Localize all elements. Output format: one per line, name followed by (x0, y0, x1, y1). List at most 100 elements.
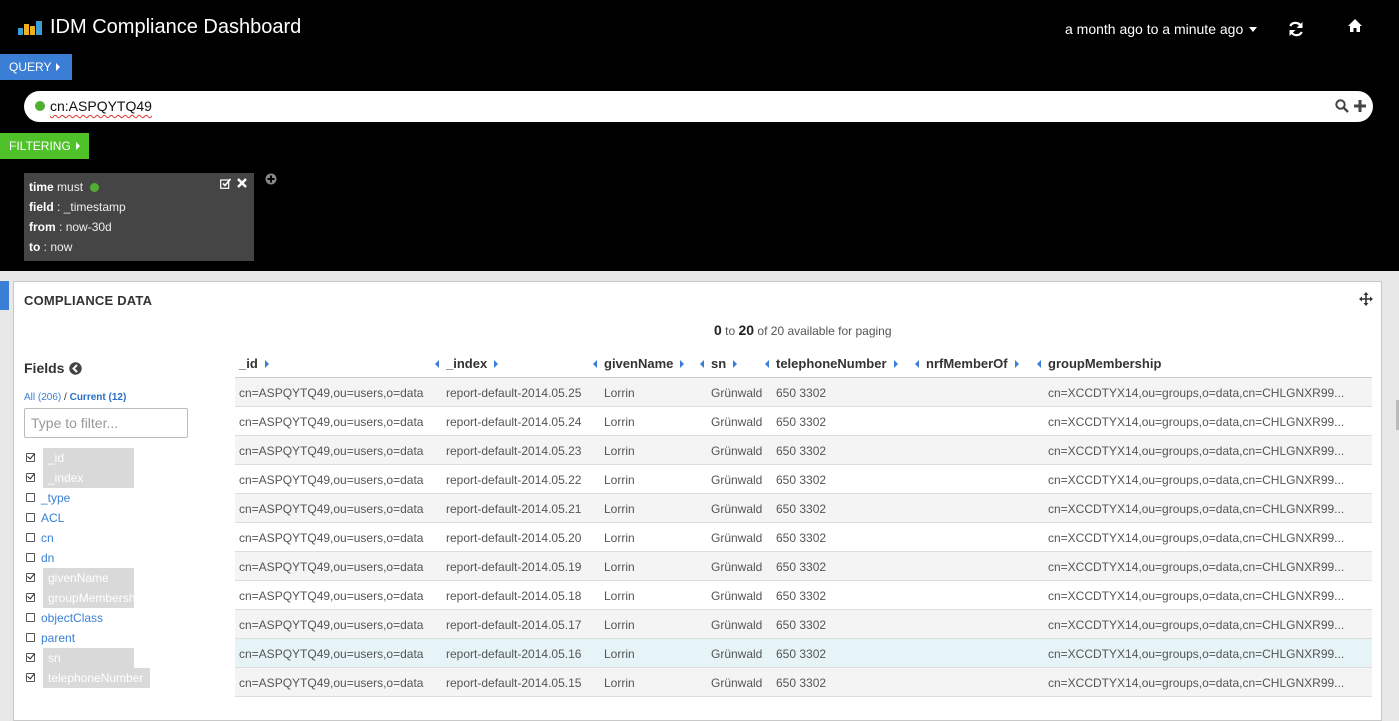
filter-to-value: now (50, 240, 73, 254)
query-input[interactable]: cn:ASPQYTQ49 (50, 98, 152, 114)
refresh-icon[interactable] (1287, 20, 1305, 38)
field-checkbox[interactable] (26, 573, 35, 582)
close-icon[interactable] (237, 178, 247, 188)
field-name[interactable]: objectClass (41, 608, 107, 628)
table-row[interactable]: cn=ASPQYTQ49,ou=users,o=data report-defau… (235, 552, 1372, 581)
field-checkbox[interactable] (26, 633, 35, 642)
column-header[interactable]: telephoneNumber (765, 356, 898, 371)
table-cell: 650 3302 (776, 560, 827, 574)
home-icon[interactable] (1347, 18, 1363, 34)
collapse-fields-icon[interactable] (69, 362, 82, 375)
field-name[interactable]: parent (41, 628, 79, 648)
table-cell: cn=ASPQYTQ49,ou=users,o=data (239, 444, 424, 458)
table-cell: cn=ASPQYTQ49,ou=users,o=data (239, 676, 424, 690)
field-name[interactable]: _type (41, 488, 74, 508)
table-cell: Lorrin (604, 386, 635, 400)
field-name[interactable]: dn (41, 548, 58, 568)
column-header[interactable]: nrfMemberOf (915, 356, 1019, 371)
column-header[interactable]: sn (700, 356, 738, 371)
table-cell: 650 3302 (776, 531, 827, 545)
table-cell: cn=XCCDTYX14,ou=groups,o=data,cn=CHLGNXR… (1048, 560, 1345, 574)
table-row[interactable]: cn=ASPQYTQ49,ou=users,o=data report-defau… (235, 610, 1372, 639)
add-query-icon[interactable] (1353, 99, 1367, 113)
table-row[interactable]: cn=ASPQYTQ49,ou=users,o=data report-defau… (235, 523, 1372, 552)
edit-filter-icon[interactable] (220, 178, 231, 189)
field-checkbox[interactable] (26, 593, 35, 602)
table-cell: cn=XCCDTYX14,ou=groups,o=data,cn=CHLGNXR… (1048, 502, 1345, 516)
fields-tab-all[interactable]: All (206) (24, 392, 61, 403)
fields-tab-current[interactable]: Current (12) (70, 392, 127, 403)
query-section-toggle[interactable]: QUERY (0, 54, 72, 80)
field-name[interactable]: cn (41, 528, 58, 548)
field-checkbox[interactable] (26, 513, 35, 522)
field-checkbox[interactable] (26, 553, 35, 562)
column-header-label: groupMembership (1048, 356, 1162, 371)
column-header[interactable]: _id (239, 356, 269, 371)
move-column-left-icon[interactable] (700, 360, 704, 368)
table-cell: report-default-2014.05.21 (446, 502, 582, 516)
query-status-dot[interactable] (35, 101, 45, 111)
search-icon[interactable] (1335, 99, 1349, 113)
table-cell: cn=XCCDTYX14,ou=groups,o=data,cn=CHLGNXR… (1048, 531, 1345, 545)
table-cell: cn=XCCDTYX14,ou=groups,o=data,cn=CHLGNXR… (1048, 415, 1345, 429)
field-name[interactable]: sn (43, 648, 134, 668)
app-title: IDM Compliance Dashboard (50, 16, 302, 38)
field-filter-input[interactable] (24, 408, 188, 438)
table-row[interactable]: cn=ASPQYTQ49,ou=users,o=data report-defau… (235, 407, 1372, 436)
table-row[interactable]: cn=ASPQYTQ49,ou=users,o=data report-defau… (235, 378, 1372, 407)
move-column-right-icon[interactable] (494, 360, 499, 368)
field-checkbox[interactable] (26, 493, 35, 502)
field-checkbox[interactable] (26, 453, 35, 462)
move-column-left-icon[interactable] (1037, 360, 1041, 368)
table-row[interactable]: cn=ASPQYTQ49,ou=users,o=data report-defau… (235, 639, 1372, 668)
time-range-picker[interactable]: a month ago to a minute ago (1065, 21, 1258, 37)
table-row[interactable]: cn=ASPQYTQ49,ou=users,o=data report-defau… (235, 581, 1372, 610)
table-row[interactable]: cn=ASPQYTQ49,ou=users,o=data report-defau… (235, 465, 1372, 494)
table-cell: Lorrin (604, 444, 635, 458)
move-column-left-icon[interactable] (765, 360, 769, 368)
column-header-label: _index (446, 356, 488, 371)
filter-to-line: to : now (29, 240, 73, 254)
table-cell: report-default-2014.05.15 (446, 676, 582, 690)
move-column-right-icon[interactable] (264, 360, 269, 368)
move-column-left-icon[interactable] (593, 360, 597, 368)
move-icon[interactable] (1359, 292, 1373, 306)
field-name[interactable]: _index (43, 468, 134, 488)
field-checkbox[interactable] (26, 613, 35, 622)
field-checkbox[interactable] (26, 653, 35, 662)
field-name[interactable]: telephoneNumber (43, 668, 150, 688)
field-checkbox[interactable] (26, 533, 35, 542)
column-header[interactable]: givenName (593, 356, 685, 371)
query-bar[interactable]: cn:ASPQYTQ49 (24, 91, 1373, 122)
table-cell: 650 3302 (776, 676, 827, 690)
table-cell: report-default-2014.05.22 (446, 473, 582, 487)
field-checkbox[interactable] (26, 473, 35, 482)
table-cell: Lorrin (604, 676, 635, 690)
table-cell: cn=ASPQYTQ49,ou=users,o=data (239, 386, 424, 400)
field-name[interactable]: ACL (41, 508, 68, 528)
move-column-right-icon[interactable] (1014, 360, 1019, 368)
table-row[interactable]: cn=ASPQYTQ49,ou=users,o=data report-defau… (235, 436, 1372, 465)
table-cell: cn=ASPQYTQ49,ou=users,o=data (239, 647, 424, 661)
filtering-section-toggle[interactable]: FILTERING (0, 133, 89, 159)
table-cell: Grünwald (711, 647, 763, 661)
field-name[interactable]: groupMembership (43, 588, 145, 608)
paging-suffix: of 20 available for paging (757, 324, 892, 338)
caret-right-icon (75, 142, 80, 150)
table-cell: Grünwald (711, 560, 763, 574)
column-header[interactable]: _index (435, 356, 499, 371)
field-checkbox[interactable] (26, 673, 35, 682)
field-name[interactable]: givenName (43, 568, 134, 588)
filtering-tab-label: FILTERING (9, 139, 71, 153)
filter-active-dot[interactable] (90, 183, 100, 192)
move-column-left-icon[interactable] (435, 360, 439, 368)
table-row[interactable]: cn=ASPQYTQ49,ou=users,o=data report-defau… (235, 494, 1372, 523)
move-column-right-icon[interactable] (893, 360, 898, 368)
add-filter-icon[interactable] (265, 173, 277, 185)
move-column-right-icon[interactable] (680, 360, 685, 368)
move-column-right-icon[interactable] (733, 360, 738, 368)
field-name[interactable]: _id (43, 448, 134, 468)
table-row[interactable]: cn=ASPQYTQ49,ou=users,o=data report-defau… (235, 668, 1372, 697)
column-header[interactable]: groupMembership (1037, 356, 1161, 371)
move-column-left-icon[interactable] (915, 360, 919, 368)
